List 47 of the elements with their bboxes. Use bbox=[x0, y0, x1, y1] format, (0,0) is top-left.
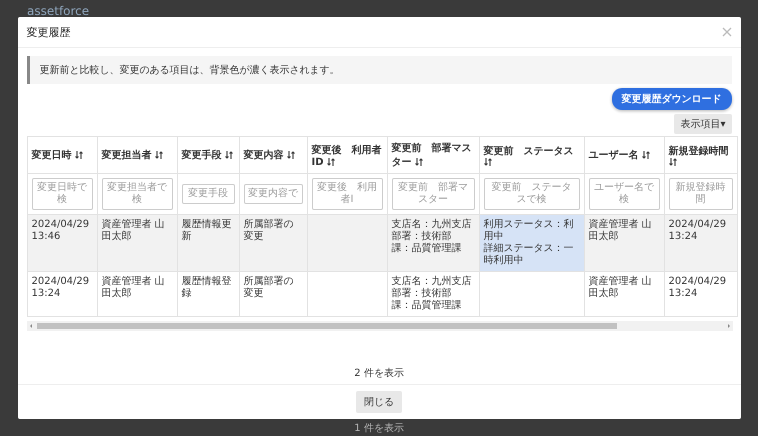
cell-text: 2024/04/29 13:24 bbox=[668, 276, 728, 300]
cell-text: 資産管理者 山田太郎 bbox=[102, 276, 166, 300]
cell-text: 支店名：九州支店 bbox=[392, 276, 472, 288]
column-header[interactable]: 変更担当者 bbox=[97, 136, 177, 174]
cell-text: 2024/04/29 13:24 bbox=[32, 276, 90, 300]
download-button[interactable]: 変更履歴ダウンロード bbox=[612, 88, 732, 110]
cell-text: 資産管理者 山田太郎 bbox=[588, 276, 653, 300]
cell-text: 履歴情報登録 bbox=[182, 276, 232, 300]
columns-dropdown-button[interactable]: 表示項目▾ bbox=[674, 114, 732, 134]
cell-text: 2024/04/29 13:24 bbox=[668, 219, 728, 243]
background-record-count: 1 件を表示 bbox=[354, 422, 404, 434]
sort-icon[interactable] bbox=[326, 158, 335, 166]
dialog-title: 変更履歴 bbox=[26, 24, 70, 40]
column-header[interactable]: 変更日時 bbox=[27, 136, 97, 174]
cell-text: 資産管理者 山田太郎 bbox=[588, 219, 653, 243]
sort-icon[interactable] bbox=[484, 158, 492, 166]
cell-text: 所属部署の変更 bbox=[244, 276, 294, 300]
cell-text: 2024/04/29 13:46 bbox=[32, 219, 90, 243]
cell-text: 部署：技術部 bbox=[392, 288, 452, 300]
cell-text: 利用ステータス：利用中 bbox=[484, 219, 574, 242]
sort-icon[interactable] bbox=[74, 151, 82, 160]
cell-text: 詳細ステータス：一時利用中 bbox=[484, 243, 574, 267]
column-header[interactable]: 変更後 利用者ID bbox=[307, 136, 387, 174]
cell-text: 課：品質管理課 bbox=[392, 243, 462, 255]
cell-text: 課：品質管理課 bbox=[392, 300, 462, 312]
record-count: 2 件を表示 bbox=[18, 366, 740, 385]
sort-icon[interactable] bbox=[642, 151, 650, 160]
cell-text: 支店名：九州支店 bbox=[392, 219, 472, 230]
info-message: 更新前と比較し、変更のある項目は、背景色が濃く表示されます。 bbox=[26, 56, 732, 84]
cell-text: 部署：技術部 bbox=[392, 231, 452, 242]
sort-icon[interactable] bbox=[286, 151, 294, 160]
sort-icon[interactable] bbox=[224, 151, 232, 160]
column-header[interactable]: 変更内容 bbox=[239, 136, 307, 174]
sort-icon[interactable] bbox=[414, 158, 422, 166]
sort-icon[interactable] bbox=[154, 151, 162, 160]
sort-icon[interactable] bbox=[668, 158, 676, 166]
horizontal-scrollbar[interactable] bbox=[26, 321, 732, 331]
column-header[interactable]: 新規登録時間 bbox=[664, 136, 737, 174]
app-logo: assetforce bbox=[26, 5, 90, 17]
column-header[interactable]: ユーザー名 bbox=[584, 136, 664, 174]
close-button[interactable]: 閉じる bbox=[356, 391, 402, 413]
cell-text: 履歴情報更新 bbox=[182, 219, 232, 243]
column-header[interactable]: 変更手段 bbox=[177, 136, 239, 174]
column-header[interactable]: 変更前 部署マスター bbox=[387, 136, 479, 174]
cell-text: 資産管理者 山田太郎 bbox=[102, 219, 166, 243]
column-header[interactable]: 変更前 ステータス bbox=[479, 136, 584, 174]
cell-text: 所属部署の変更 bbox=[244, 219, 294, 243]
